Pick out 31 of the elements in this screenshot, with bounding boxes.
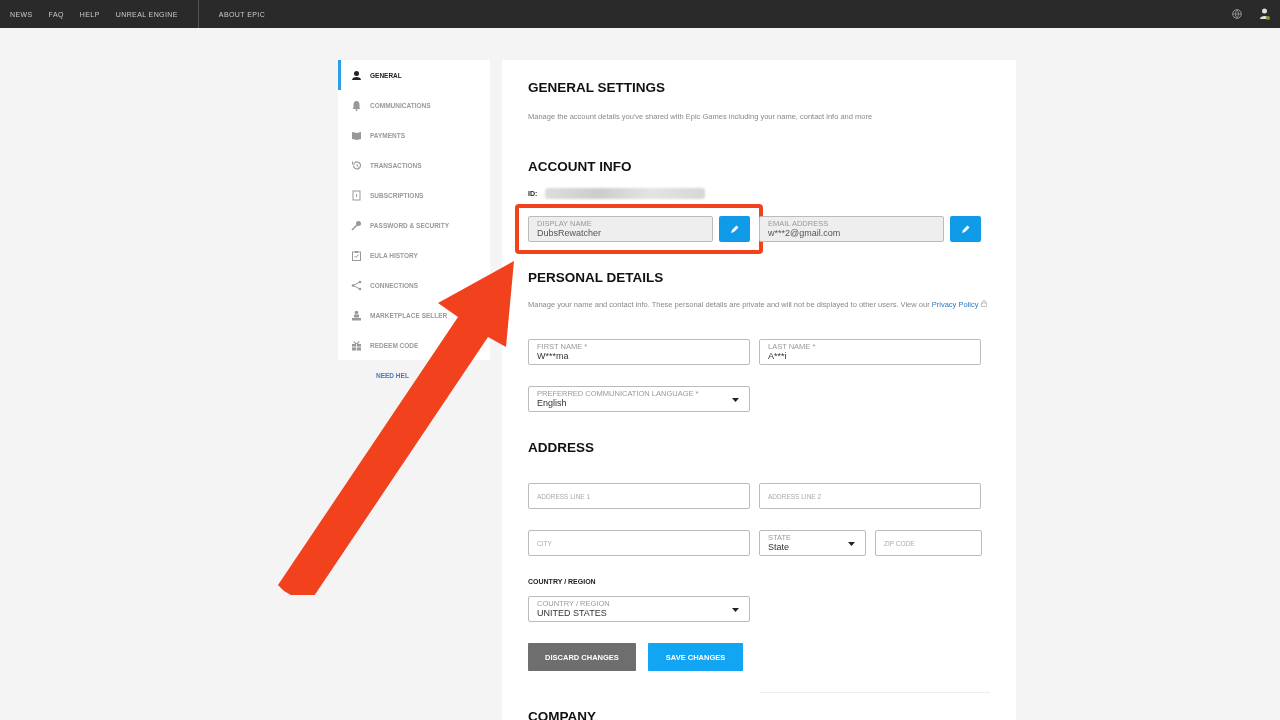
key-icon (351, 219, 362, 231)
edit-button[interactable] (950, 216, 981, 242)
person-icon (351, 69, 362, 81)
caret-icon (732, 608, 739, 612)
caret-icon (848, 542, 855, 546)
page-title: GENERAL SETTINGS (528, 80, 667, 95)
book-icon (351, 129, 362, 141)
clipboard-check-icon (351, 249, 362, 261)
caret-icon (732, 398, 739, 402)
section-title: PERSONAL DETAILS (528, 270, 665, 285)
field-value: English (537, 397, 568, 409)
history-icon (351, 159, 362, 171)
field-value: State (768, 541, 790, 553)
lock-icon (980, 300, 987, 307)
stamp-icon (351, 309, 362, 321)
field-value: DubsRewatcher (537, 227, 603, 239)
field-value: W***ma (537, 350, 570, 362)
section-title: ACCOUNT INFO (528, 159, 633, 174)
gift-icon (351, 339, 362, 351)
section-title: ADDRESS (528, 440, 595, 455)
field-value: UNITED STATES (537, 607, 608, 619)
globe-icon (1232, 9, 1242, 19)
edit-button[interactable] (719, 216, 750, 242)
pencil-icon (961, 224, 970, 234)
pencil-icon (730, 224, 739, 234)
share-icon (351, 279, 362, 291)
field-value: w***2@gmail.com (768, 227, 842, 239)
bell-icon (351, 99, 362, 111)
document-icon (351, 189, 362, 201)
user-icon (1260, 8, 1270, 20)
field-value: A***i (768, 350, 788, 362)
